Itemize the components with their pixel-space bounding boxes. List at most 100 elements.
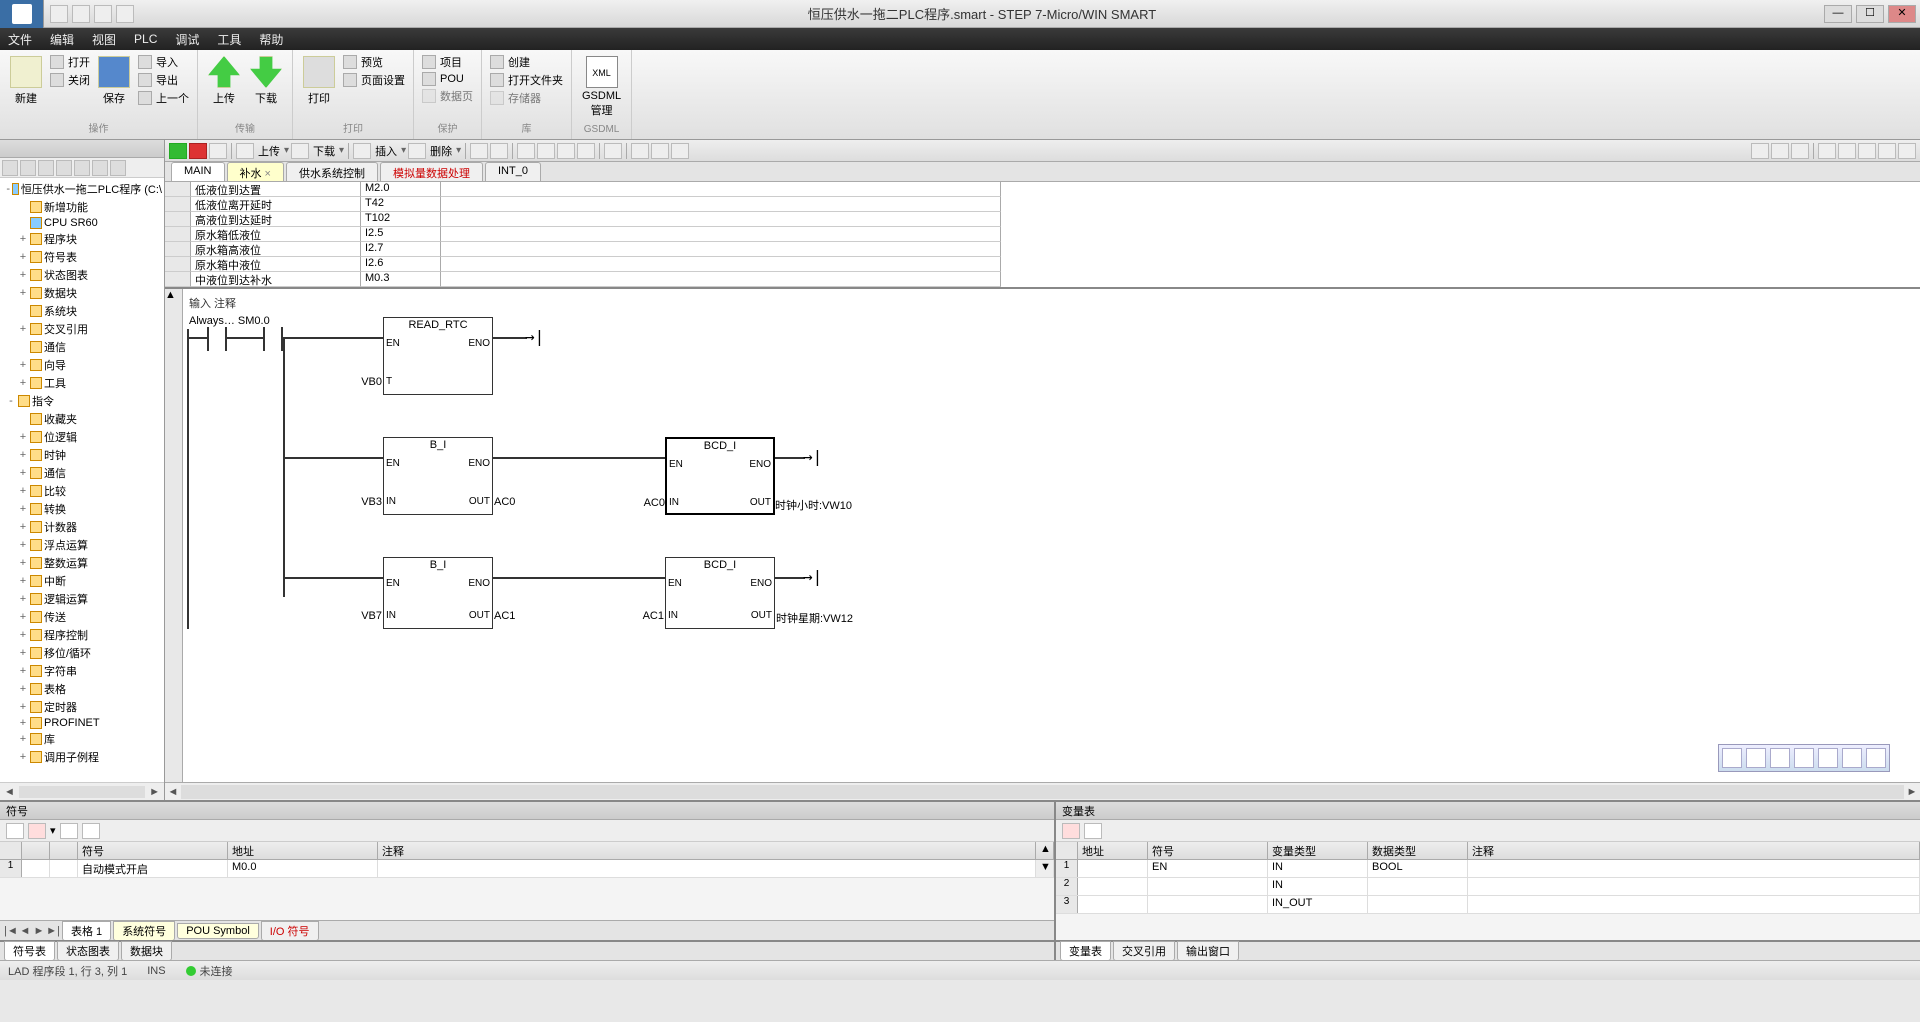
tree-item[interactable]: +计数器 — [0, 518, 164, 536]
gsdml-button[interactable]: XMLGSDML 管理 — [580, 54, 623, 120]
var-tb-btn[interactable] — [1062, 823, 1080, 839]
tb-insert-label[interactable]: 插入 — [373, 143, 399, 159]
var-decl-row[interactable]: 低液位离开延时T42 — [165, 197, 1920, 212]
tree-item[interactable]: +时钟 — [0, 446, 164, 464]
menu-tools[interactable]: 工具 — [217, 31, 241, 48]
sym-tb-btn[interactable] — [82, 823, 100, 839]
tb-btn[interactable] — [517, 143, 535, 159]
var-tb-btn[interactable] — [1084, 823, 1102, 839]
var-row[interactable]: 2IN — [1056, 878, 1920, 896]
var-decl-row[interactable]: 高液位到达延时T102 — [165, 212, 1920, 227]
nav-next-button[interactable]: ► — [32, 925, 46, 937]
menu-help[interactable]: 帮助 — [259, 31, 283, 48]
tb-btn[interactable] — [671, 143, 689, 159]
tree-item[interactable]: +调用子例程 — [0, 748, 164, 766]
tree-item[interactable]: +字符串 — [0, 662, 164, 680]
nav-first-button[interactable]: |◄ — [4, 925, 18, 937]
tb-upload-icon[interactable] — [236, 143, 254, 159]
qat-print-icon[interactable] — [116, 5, 134, 23]
tree-item[interactable]: CPU SR60 — [0, 216, 164, 230]
sheet-tab[interactable]: I/O 符号 — [261, 921, 319, 941]
tree-item[interactable]: +中断 — [0, 572, 164, 590]
tree-item[interactable]: +程序块 — [0, 230, 164, 248]
tb-btn[interactable] — [631, 143, 649, 159]
fbox-bi-1[interactable]: B_I EN ENO VB3 IN OUT AC0 — [383, 437, 493, 515]
sheet-tab[interactable]: POU Symbol — [177, 923, 259, 939]
previous-button[interactable]: 上一个 — [138, 90, 189, 106]
page-setup-button[interactable]: 页面设置 — [343, 72, 405, 88]
editor-tab[interactable]: 模拟量数据处理 — [380, 162, 483, 181]
download-button[interactable]: 下载 — [248, 54, 284, 108]
tb-btn[interactable] — [651, 143, 669, 159]
preview-button[interactable]: 预览 — [343, 54, 405, 70]
qat-new-icon[interactable] — [50, 5, 68, 23]
tree-item[interactable]: +移位/循环 — [0, 644, 164, 662]
sym-tb-btn[interactable] — [28, 823, 46, 839]
var-decl-row[interactable]: 原水箱低液位I2.5 — [165, 227, 1920, 242]
tb-btn[interactable] — [1838, 143, 1856, 159]
tb-download-label[interactable]: 下载 — [311, 143, 337, 159]
tb-btn[interactable] — [1818, 143, 1836, 159]
ft-btn[interactable] — [1794, 748, 1814, 768]
nav-last-button[interactable]: ►| — [46, 925, 60, 937]
editor-tab[interactable]: MAIN — [171, 162, 225, 181]
tree-item[interactable]: +向导 — [0, 356, 164, 374]
minimize-button[interactable]: — — [1824, 5, 1852, 23]
tree-item[interactable]: +状态图表 — [0, 266, 164, 284]
export-button[interactable]: 导出 — [138, 72, 189, 88]
var-decl-row[interactable]: 原水箱高液位I2.7 — [165, 242, 1920, 257]
menu-debug[interactable]: 调试 — [175, 31, 199, 48]
tree-item[interactable]: +PROFINET — [0, 716, 164, 730]
bottom-tab[interactable]: 交叉引用 — [1113, 941, 1175, 961]
bottom-tab[interactable]: 变量表 — [1060, 941, 1111, 961]
open-button[interactable]: 打开 — [50, 54, 90, 70]
tb-insert-icon[interactable] — [353, 143, 371, 159]
sheet-tab[interactable]: 系统符号 — [113, 921, 175, 941]
upload-button[interactable]: 上传 — [206, 54, 242, 108]
tree-tb-btn[interactable] — [2, 160, 18, 176]
menu-view[interactable]: 视图 — [92, 31, 116, 48]
tree-tb-btn[interactable] — [56, 160, 72, 176]
bottom-tab[interactable]: 状态图表 — [57, 941, 119, 961]
tb-delete-label[interactable]: 删除 — [428, 143, 454, 159]
tree-item[interactable]: 收藏夹 — [0, 410, 164, 428]
tb-btn[interactable] — [577, 143, 595, 159]
bottom-tab[interactable]: 数据块 — [121, 941, 172, 961]
qat-save-icon[interactable] — [94, 5, 112, 23]
var-decl-row[interactable]: 原水箱中液位I2.6 — [165, 257, 1920, 272]
no-contact[interactable] — [263, 327, 283, 351]
editor-tab[interactable]: INT_0 — [485, 162, 541, 181]
project-button[interactable]: 项目 — [422, 54, 473, 70]
stop-button[interactable] — [189, 143, 207, 159]
bottom-tab[interactable]: 输出窗口 — [1177, 941, 1239, 961]
tb-btn[interactable] — [537, 143, 555, 159]
print-button[interactable]: 打印 — [301, 54, 337, 108]
tree-item[interactable]: +整数运算 — [0, 554, 164, 572]
tb-btn[interactable] — [1858, 143, 1876, 159]
fbox-bi-2[interactable]: B_I EN ENO VB7 IN OUT AC1 — [383, 557, 493, 629]
fbox-read-rtc[interactable]: READ_RTC EN ENO VB0 T — [383, 317, 493, 395]
tb-btn[interactable] — [557, 143, 575, 159]
bottom-tab[interactable]: 符号表 — [4, 941, 55, 961]
ft-btn[interactable] — [1818, 748, 1838, 768]
ladder-diagram[interactable]: ▲ 输入 注释 Always… SM0.0 READ_RTC EN ENO VB… — [165, 289, 1920, 782]
floating-toolbar[interactable] — [1718, 744, 1890, 772]
tree-item[interactable]: 通信 — [0, 338, 164, 356]
tree-item[interactable]: +定时器 — [0, 698, 164, 716]
tb-download-icon[interactable] — [291, 143, 309, 159]
tree-item[interactable]: +浮点运算 — [0, 536, 164, 554]
fbox-bcdi-2[interactable]: BCD_I EN ENO AC1 IN OUT 时钟星期:VW12 — [665, 557, 775, 629]
sym-tb-btn[interactable] — [60, 823, 78, 839]
app-menu-button[interactable] — [0, 0, 44, 28]
tree-item[interactable]: +工具 — [0, 374, 164, 392]
menu-edit[interactable]: 编辑 — [50, 31, 74, 48]
ft-btn[interactable] — [1770, 748, 1790, 768]
maximize-button[interactable]: ☐ — [1856, 5, 1884, 23]
tb-btn[interactable] — [1791, 143, 1809, 159]
tree-tb-btn[interactable] — [74, 160, 90, 176]
tree-item[interactable]: +转换 — [0, 500, 164, 518]
pou-button[interactable]: POU — [422, 72, 473, 86]
tree-item[interactable]: +表格 — [0, 680, 164, 698]
ft-btn[interactable] — [1866, 748, 1886, 768]
tree-tb-btn[interactable] — [20, 160, 36, 176]
